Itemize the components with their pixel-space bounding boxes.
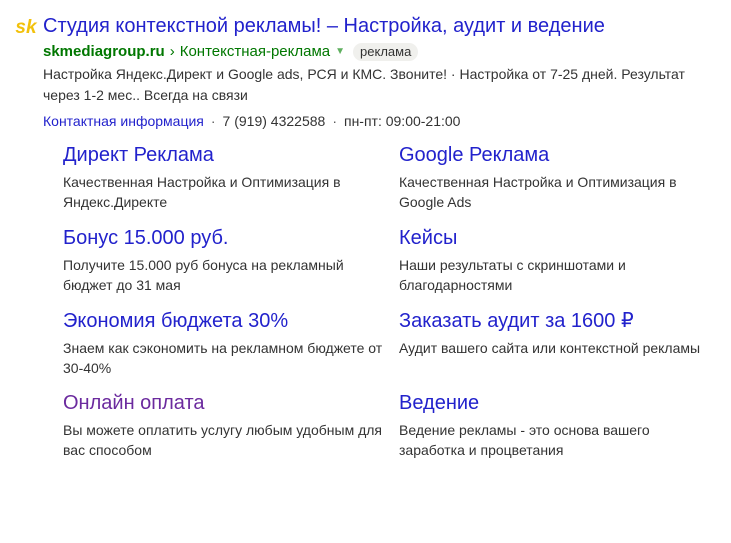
breadcrumb-separator: ›	[169, 43, 175, 60]
ad-title-link[interactable]: Студия контекстной рекламы! – Настройка,…	[43, 12, 605, 40]
dropdown-triangle-icon[interactable]: ▼	[335, 41, 345, 63]
sitelink-description: Получите 15.000 руб бонуса на рекламный …	[63, 257, 344, 293]
sitelink-description: Наши результаты с скриншотами и благодар…	[399, 257, 626, 293]
sitelink-description: Аудит вашего сайта или контекстной рекла…	[399, 340, 701, 356]
sitelink-description: Знаем как сэкономить на рекламном бюджет…	[63, 340, 383, 376]
sitelink: Онлайн оплата Вы можете оплатить услугу …	[63, 390, 383, 460]
ad-description: Настройка Яндекс.Директ и Google ads, РС…	[43, 66, 685, 103]
ad-contact-line: Контактная информация · 7 (919) 4322588 · пн…	[43, 111, 460, 131]
contact-phone: 7 (919) 4322588	[222, 113, 326, 129]
sitelink: Ведение Ведение рекламы - это основа ваш…	[399, 390, 719, 460]
sitelink-description: Качественная Настройка и Оптимизация в Я…	[63, 174, 341, 210]
sitelink-title-link[interactable]: Директ Реклама	[63, 142, 383, 168]
sitelink: Бонус 15.000 руб. Получите 15.000 руб бо…	[63, 225, 383, 295]
sitelink-title-link[interactable]: Ведение	[399, 390, 719, 416]
ad-path-link[interactable]: Контекстная-реклама	[180, 41, 330, 63]
ad-url-line: skmediagroup.ru › Контекстная-реклама ▼ …	[43, 41, 419, 63]
sitelink-title-link[interactable]: Кейсы	[399, 225, 719, 251]
ad-badge: реклама	[353, 43, 419, 61]
sitelink-title-link[interactable]: Google Реклама	[399, 142, 719, 168]
sitelink-title-link[interactable]: Онлайн оплата	[63, 390, 383, 416]
contact-separator: ·	[332, 113, 337, 129]
sitelink: Экономия бюджета 30% Знаем как сэкономит…	[63, 308, 383, 378]
contact-separator: ·	[210, 113, 216, 129]
favicon-letters: sk	[15, 17, 38, 38]
sitelink-description: Качественная Настройка и Оптимизация в G…	[399, 174, 677, 210]
sitelink: Кейсы Наши результаты с скриншотами и бл…	[399, 225, 719, 295]
sitelink-description: Ведение рекламы - это основа вашего зара…	[399, 422, 650, 458]
sitelink: Директ Реклама Качественная Настройка и …	[63, 142, 383, 212]
sitelink: Заказать аудит за 1600 ₽ Аудит вашего са…	[399, 308, 719, 358]
site-favicon-icon: sk	[15, 17, 38, 38]
ad-domain-link[interactable]: skmediagroup.ru	[43, 41, 165, 63]
contact-info-link[interactable]: Контактная информация	[43, 113, 204, 129]
sitelink-description: Вы можете оплатить услугу любым удобным …	[63, 422, 383, 458]
sitelink-title-link[interactable]: Экономия бюджета 30%	[63, 308, 383, 334]
contact-hours: пн-пт: 09:00-21:00	[343, 113, 461, 129]
sitelink-title-link[interactable]: Заказать аудит за 1600 ₽	[399, 308, 719, 334]
sitelink-title-link[interactable]: Бонус 15.000 руб.	[63, 225, 383, 251]
sitelink: Google Реклама Качественная Настройка и …	[399, 142, 719, 212]
